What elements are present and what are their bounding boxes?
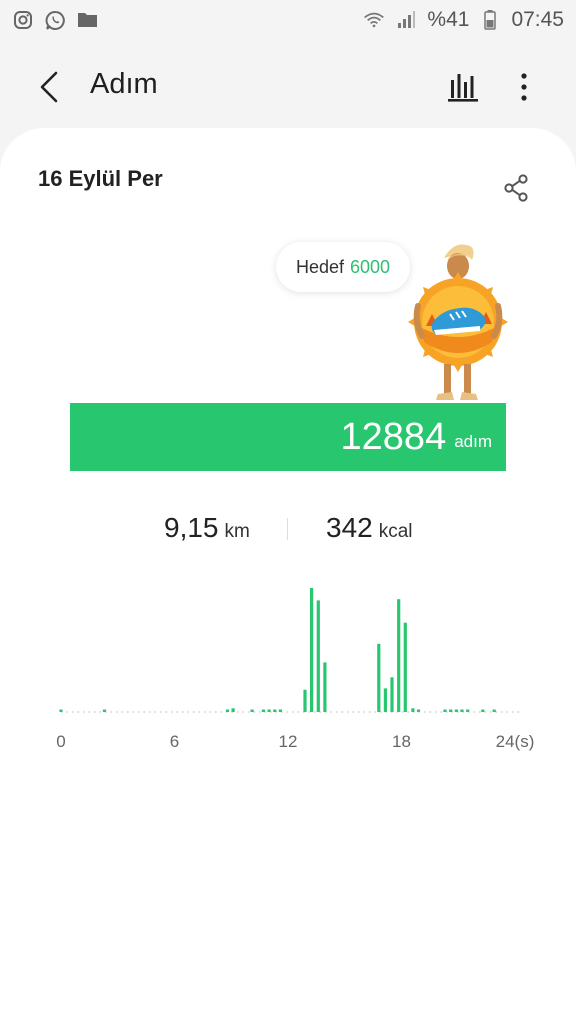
trends-button[interactable] (440, 64, 486, 110)
chart-bar (273, 709, 277, 712)
chart-bar (225, 709, 230, 712)
chart-bar (261, 709, 265, 712)
chart-tick-label: 6 (169, 732, 180, 751)
chart-tick-label: 12 (278, 732, 298, 751)
back-arrow-icon (40, 71, 58, 103)
share-icon (504, 174, 528, 202)
share-button[interactable] (496, 168, 536, 208)
steps-progress-bar: 12884 adım (70, 403, 506, 471)
system-status: %41 07:45 (363, 8, 564, 32)
notification-icons (12, 9, 98, 31)
runner-mascot-icon (408, 244, 508, 400)
goal-value: 6000 (350, 256, 391, 277)
steps-card: 16 Eylül Per Hedef 6000 12884 adım 9,15 … (0, 128, 576, 1024)
chart-tick-label: 18 (392, 732, 411, 751)
chart-bar (316, 600, 320, 712)
chart-bar (481, 709, 485, 712)
hourly-steps-chart[interactable]: 0 6 12 18 24(s) (0, 558, 576, 758)
chart-bar (278, 709, 282, 712)
status-bar: %41 07:45 (0, 0, 576, 40)
distance-unit: km (224, 521, 250, 542)
goal-label: Hedef (295, 256, 344, 277)
chart-bar (390, 677, 394, 712)
calories-unit: kcal (378, 521, 413, 542)
chart-bar (267, 709, 271, 712)
chart-bar (416, 709, 421, 712)
date-label[interactable]: 16 Eylül Per (38, 166, 163, 192)
app-bar: Adım (0, 44, 576, 124)
chart-bar (250, 709, 254, 712)
chart-tick-label: 0 (56, 732, 66, 751)
chart-bar (383, 688, 387, 712)
stats-divider (287, 518, 288, 540)
chart-bar (443, 709, 447, 712)
chart-bar (397, 599, 401, 712)
chart-bar (454, 709, 458, 712)
chart-bar (231, 708, 235, 712)
distance-stat: 9,15 km (164, 512, 250, 544)
chart-bar (102, 709, 107, 712)
chart-bar (403, 622, 407, 712)
instagram-icon (12, 9, 34, 31)
chart-bar (449, 709, 453, 712)
bar-chart-icon (448, 74, 478, 102)
stats-row: 9,15 km 342 kcal (0, 508, 576, 552)
chart-bar (460, 709, 464, 712)
chart-bar (377, 643, 381, 712)
distance-value: 9,15 (164, 512, 219, 543)
chart-bar (492, 709, 496, 712)
more-vert-icon (521, 73, 527, 101)
whatsapp-icon (44, 9, 66, 31)
more-options-button[interactable] (502, 64, 546, 110)
chart-bar (59, 709, 63, 712)
battery-icon (479, 9, 501, 31)
folder-icon (76, 9, 98, 31)
chart-bar (323, 662, 327, 712)
signal-icon (395, 9, 417, 31)
battery-percent: %41 (427, 8, 470, 31)
chart-plot (59, 588, 521, 713)
goal-bubble: Hedef 6000 (276, 242, 410, 292)
chart-bar (411, 708, 415, 712)
steps-unit: adım (454, 432, 492, 451)
clock: 07:45 (511, 8, 564, 31)
page-title: Adım (90, 68, 158, 100)
wifi-icon (363, 9, 385, 31)
chart-bar (303, 689, 307, 712)
steps-count: 12884 (340, 415, 447, 458)
back-button[interactable] (26, 64, 72, 110)
calories-stat: 342 kcal (326, 512, 413, 544)
chart-bar (310, 588, 314, 712)
chart-tick-label: 24(s) (495, 732, 535, 751)
chart-bar (466, 709, 470, 712)
calories-value: 342 (326, 512, 373, 543)
